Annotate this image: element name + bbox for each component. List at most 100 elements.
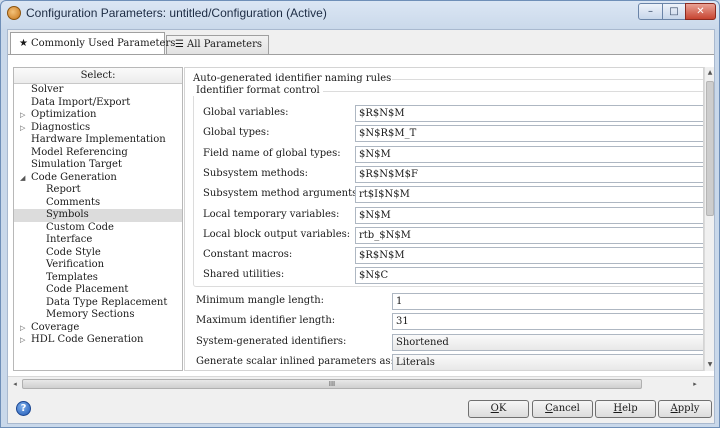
cancel-mnemonic: C [545, 403, 553, 414]
tree-item-label: Report [46, 184, 81, 195]
option-dropdown[interactable]: Literals [392, 353, 703, 370]
format-field-input[interactable]: $N$M [355, 145, 703, 163]
tree-item-label: Code Placement [46, 284, 129, 295]
horizontal-scrollbar[interactable]: ◂ III ▸ [8, 376, 714, 391]
option-label: Generate scalar inlined parameters as: [196, 355, 394, 367]
format-field-input[interactable]: $R$N$M [355, 105, 703, 122]
format-field-label: Local temporary variables: [203, 208, 340, 220]
scroll-up-icon[interactable]: ▲ [705, 67, 715, 79]
format-field-label: Subsystem method arguments: [203, 188, 361, 200]
tree-item-label: Templates [46, 271, 98, 283]
ok-label-rest: K [498, 403, 507, 414]
tree-header: Select: [14, 68, 182, 84]
vertical-scroll-thumb[interactable] [706, 81, 714, 216]
tree-item-label: Model Referencing [31, 146, 128, 158]
tree-item-model-referencing[interactable]: Model Referencing [14, 147, 182, 160]
tree-item-label: Symbols [46, 209, 89, 220]
option-label: Maximum identifier length: [196, 315, 336, 327]
apply-button[interactable]: Apply [658, 400, 712, 418]
dialog-client: ★ Commonly Used Parameters ☰ All Parameter… [7, 29, 715, 424]
format-field-input[interactable]: $N$M [355, 206, 703, 224]
format-field-input[interactable]: $N$R$M_T [355, 125, 703, 143]
tree-item-label: HDL Code Generation [31, 334, 144, 345]
help-button[interactable]: Help [595, 400, 656, 418]
window-title: Configuration Parameters: untitled/Confi… [26, 6, 327, 20]
tree-item-comments[interactable]: Comments [14, 197, 182, 210]
format-field-input[interactable]: rtb_$N$M [355, 226, 703, 244]
symbols-pane: Auto-generated identifier naming rules I… [184, 67, 704, 371]
tree-item-verification[interactable]: Verification [14, 259, 182, 272]
category-tree: Select: Solver Data Import/Export ▷ Optimiz… [13, 67, 183, 371]
format-field-input[interactable]: rt$I$N$M [355, 186, 703, 204]
tree-item-data-import-export[interactable]: Data Import/Export [14, 97, 182, 110]
format-field-input[interactable]: $R$N$M [355, 247, 703, 265]
tab-commonly-used-parameters[interactable]: ★ Commonly Used Parameters [10, 32, 175, 54]
tree-item-interface[interactable]: Interface [14, 234, 182, 247]
tree-item-label: Hardware Implementation [31, 134, 166, 145]
option-input[interactable]: 31 [392, 313, 703, 331]
close-button[interactable]: ✕ [685, 3, 716, 20]
tree-item-optimization[interactable]: ▷ Optimization [14, 109, 182, 122]
tree-item-label: Code Generation [31, 171, 117, 183]
cancel-button[interactable]: Cancel [532, 400, 593, 418]
tree-item-label: Memory Sections [46, 309, 135, 320]
tree-item-label: Comments [46, 196, 101, 208]
tree-item-label: Data Type Replacement [46, 296, 168, 308]
tree-item-data-type-replacement[interactable]: Data Type Replacement [14, 297, 182, 310]
expand-arrow-icon[interactable]: ▷ [20, 334, 25, 347]
expand-arrow-icon[interactable]: ▷ [20, 109, 25, 122]
ok-button[interactable]: OK [468, 400, 529, 418]
help-mnemonic: H [613, 403, 623, 414]
section-divider [392, 79, 703, 80]
tree-item-code-generation[interactable]: ◢ Code Generation [14, 172, 182, 185]
tab-panel: Select: Solver Data Import/Export ▷ Optimiz… [8, 54, 714, 376]
minimize-button[interactable]: – [638, 3, 663, 20]
option-dropdown[interactable]: Shortened [392, 333, 703, 351]
tree-item-templates[interactable]: Templates [14, 272, 182, 285]
option-label: System-generated identifiers: [196, 335, 347, 347]
section-title: Auto-generated identifier naming rules [193, 73, 392, 84]
tree-item-code-style[interactable]: Code Style [14, 247, 182, 260]
tree-item-label: Data Import/Export [31, 96, 131, 108]
expand-arrow-icon[interactable]: ▷ [20, 322, 25, 335]
option-input[interactable]: 1 [392, 293, 703, 310]
tree-item-coverage[interactable]: ▷ Coverage [14, 322, 182, 335]
tree-items: Solver Data Import/Export ▷ Optimization ▷ Di… [14, 84, 182, 347]
tab-label: All Parameters [186, 39, 262, 50]
ok-mnemonic: O [490, 403, 499, 414]
tree-item-label: Solver [31, 84, 64, 95]
collapse-arrow-icon[interactable]: ◢ [20, 172, 25, 185]
help-icon[interactable]: ? [16, 401, 31, 416]
tree-item-solver[interactable]: Solver [14, 84, 182, 97]
tab-all-parameters[interactable]: ☰ All Parameters [166, 35, 269, 54]
tree-item-report[interactable]: Report [14, 184, 182, 197]
matlab-app-icon [7, 6, 21, 20]
tree-item-diagnostics[interactable]: ▷ Diagnostics [14, 122, 182, 135]
tree-item-simulation-target[interactable]: Simulation Target [14, 159, 182, 172]
tree-item-label: Code Style [46, 246, 101, 258]
tree-item-custom-code[interactable]: Custom Code [14, 222, 182, 235]
scroll-right-icon[interactable]: ▸ [688, 377, 702, 391]
tree-item-hdl-code-generation[interactable]: ▷ HDL Code Generation [14, 334, 182, 347]
tree-item-label: Diagnostics [31, 121, 91, 133]
tree-item-hardware-implementation[interactable]: Hardware Implementation [14, 134, 182, 147]
title-bar[interactable]: Configuration Parameters: untitled/Confi… [1, 1, 719, 27]
format-field-input[interactable]: $R$N$M$F [355, 165, 703, 183]
configuration-parameters-window: Configuration Parameters: untitled/Confi… [0, 0, 720, 428]
tree-item-symbols[interactable]: Symbols [14, 209, 182, 222]
expand-arrow-icon[interactable]: ▷ [20, 122, 25, 135]
help-label-rest: elp [622, 403, 638, 414]
tree-item-memory-sections[interactable]: Memory Sections [14, 309, 182, 322]
horizontal-scroll-thumb[interactable]: III [22, 379, 642, 389]
format-field-label: Subsystem methods: [203, 167, 308, 179]
vertical-scrollbar[interactable]: ▲ ▼ [704, 67, 714, 371]
scroll-left-icon[interactable]: ◂ [8, 377, 22, 391]
format-field-input[interactable]: $N$C [355, 267, 703, 285]
scroll-down-icon[interactable]: ▼ [705, 359, 715, 371]
apply-mnemonic: A [670, 403, 678, 414]
maximize-button[interactable]: □ [662, 3, 686, 20]
tree-item-label: Coverage [31, 321, 80, 333]
tab-bar: ★ Commonly Used Parameters ☰ All Parameter… [8, 30, 714, 54]
option-label: Minimum mangle length: [196, 295, 325, 306]
tree-item-code-placement[interactable]: Code Placement [14, 284, 182, 297]
